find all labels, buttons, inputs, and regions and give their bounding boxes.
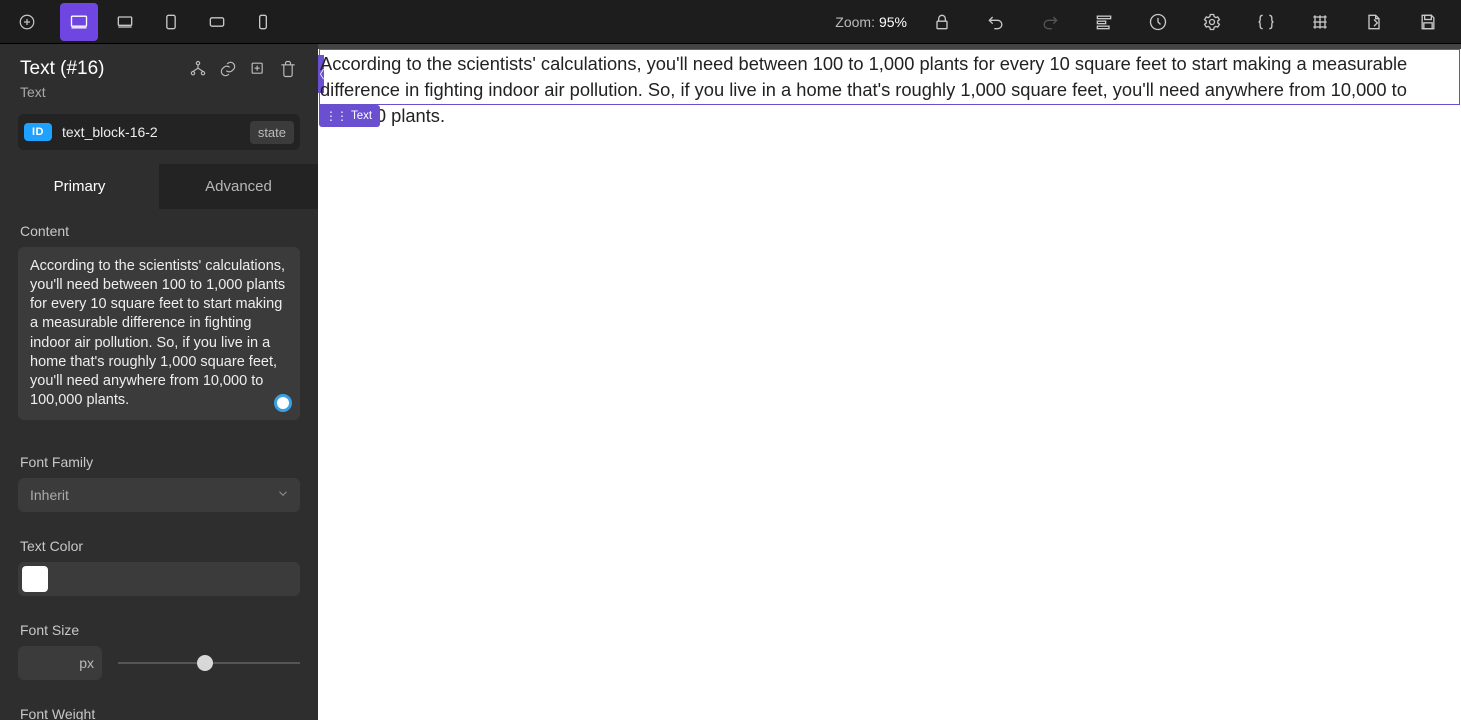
font-family-value: Inherit — [30, 487, 69, 503]
save-button[interactable] — [1409, 3, 1447, 41]
section-text-color-label: Text Color — [0, 512, 318, 562]
device-tablet-landscape-button[interactable] — [198, 3, 236, 41]
element-id-value: text_block-16-2 — [62, 124, 240, 140]
selection-tag[interactable]: ⋮⋮ Text — [319, 105, 380, 127]
canvas-text-block[interactable]: According to the scientists' calculation… — [318, 51, 1461, 129]
selection-tag-label: Text — [351, 110, 372, 122]
undo-button[interactable] — [977, 3, 1015, 41]
section-font-family-label: Font Family — [0, 420, 318, 478]
element-id-row[interactable]: ID text_block-16-2 state — [18, 114, 300, 150]
top-toolbar: Zoom: 95% — [0, 0, 1461, 44]
lock-button[interactable] — [923, 3, 961, 41]
device-tablet-button[interactable] — [152, 3, 190, 41]
section-font-size-label: Font Size — [0, 596, 318, 646]
inspector-title: Text (#16) — [20, 58, 178, 80]
grid-button[interactable] — [1301, 3, 1339, 41]
inspector-tabs: Primary Advanced — [0, 164, 318, 209]
content-textarea[interactable]: According to the scientists' calculation… — [18, 247, 300, 420]
zoom-indicator[interactable]: Zoom: 95% — [835, 14, 907, 30]
inspector-panel: Text (#16) Text ID text_block-16-2 state… — [0, 44, 318, 720]
slider-knob[interactable] — [197, 655, 213, 671]
tab-primary[interactable]: Primary — [0, 164, 159, 209]
css-button[interactable] — [1247, 3, 1285, 41]
structure-button[interactable] — [1085, 3, 1123, 41]
zoom-value: 95% — [879, 14, 907, 30]
export-button[interactable] — [1355, 3, 1393, 41]
tree-icon[interactable] — [188, 59, 208, 79]
inspector-subtitle: Text — [0, 84, 318, 110]
state-chip[interactable]: state — [250, 121, 294, 144]
content-text-value: According to the scientists' calculation… — [30, 257, 288, 410]
tab-advanced[interactable]: Advanced — [159, 164, 318, 209]
canvas[interactable]: According to the scientists' calculation… — [318, 44, 1461, 720]
id-chip: ID — [24, 123, 52, 141]
section-content-label: Content — [0, 209, 318, 247]
device-group — [60, 3, 282, 41]
inspector-scroll[interactable]: Content According to the scientists' cal… — [0, 209, 318, 720]
device-desktop-button[interactable] — [106, 3, 144, 41]
history-button[interactable] — [1139, 3, 1177, 41]
link-icon[interactable] — [218, 59, 238, 79]
redo-button[interactable] — [1031, 3, 1069, 41]
device-mobile-button[interactable] — [244, 3, 282, 41]
duplicate-icon[interactable] — [248, 59, 268, 79]
text-color-input[interactable] — [18, 562, 300, 596]
font-size-input[interactable]: px — [18, 646, 102, 680]
zoom-label-text: Zoom: — [835, 14, 875, 30]
drag-handle-icon[interactable]: ⋮⋮ — [325, 109, 347, 123]
color-swatch[interactable] — [22, 566, 48, 592]
font-size-unit: px — [79, 655, 94, 671]
chevron-down-icon — [276, 487, 290, 504]
add-element-button[interactable] — [8, 3, 46, 41]
font-size-slider[interactable] — [118, 653, 300, 673]
settings-button[interactable] — [1193, 3, 1231, 41]
font-family-select[interactable]: Inherit — [18, 478, 300, 512]
device-desktop-large-button[interactable] — [60, 3, 98, 41]
section-font-weight-label: Font Weight — [0, 680, 318, 720]
delete-icon[interactable] — [278, 59, 298, 79]
grammarly-icon[interactable] — [274, 394, 292, 412]
